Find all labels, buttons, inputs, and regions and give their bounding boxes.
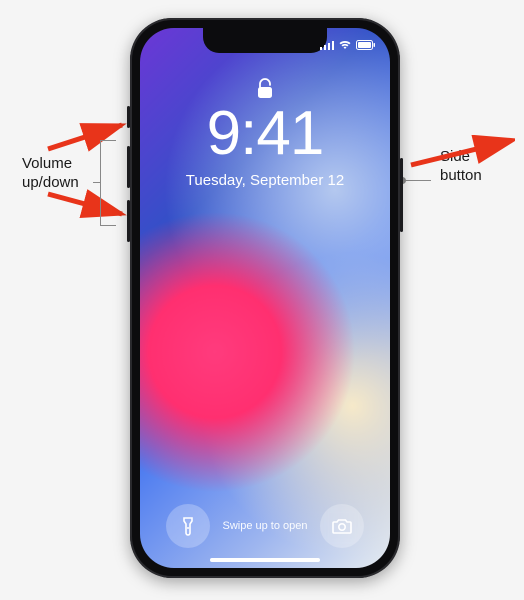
home-indicator[interactable] (210, 558, 320, 562)
status-bar (140, 34, 390, 56)
flashlight-icon (179, 515, 197, 537)
side-button[interactable] (400, 158, 403, 232)
signal-icon (320, 40, 334, 50)
bottom-row: Swipe up to open (140, 504, 390, 548)
volume-down-button[interactable] (127, 200, 130, 242)
arrow-side-button (405, 135, 515, 175)
wifi-icon (338, 40, 352, 50)
volume-label: Volume up/down (22, 155, 102, 193)
iphone-frame: 9:41 Tuesday, September 12 Swipe up to o… (130, 18, 400, 578)
camera-icon (331, 517, 353, 535)
lockscreen-time: 9:41 (140, 98, 390, 169)
camera-button[interactable] (320, 504, 364, 548)
volume-bracket-connector (93, 182, 100, 183)
flashlight-button[interactable] (166, 504, 210, 548)
mute-switch[interactable] (127, 106, 130, 128)
lockscreen-date: Tuesday, September 12 (140, 172, 390, 189)
diagram-canvas: Volume up/down Side button (0, 0, 524, 600)
side-button-connector (403, 180, 431, 181)
swipe-up-label: Swipe up to open (222, 520, 307, 532)
battery-icon (356, 40, 376, 50)
volume-bracket (100, 140, 116, 226)
phone-screen: 9:41 Tuesday, September 12 Swipe up to o… (140, 28, 390, 568)
volume-up-button[interactable] (127, 146, 130, 188)
status-right (320, 40, 376, 50)
